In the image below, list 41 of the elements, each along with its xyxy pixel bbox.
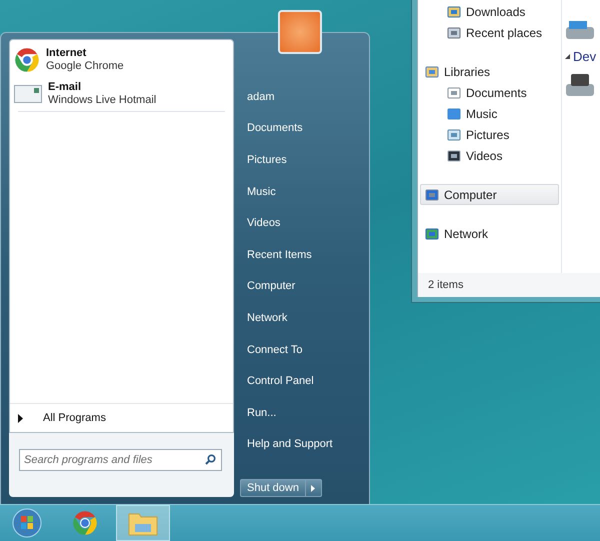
caret-icon [311,484,316,492]
nav-item[interactable]: Pictures [420,124,559,145]
nav-item[interactable]: Downloads [420,1,559,22]
user-picture [278,10,322,54]
nav-item[interactable]: Music [420,103,559,124]
shut-down-button[interactable]: Shut down [240,479,306,498]
chrome-icon [72,510,98,536]
nav-item[interactable]: Computer [420,184,559,205]
menu-link[interactable]: Recent Items [240,238,369,271]
triangle-icon [565,54,570,59]
menu-link[interactable]: Computer [240,270,369,302]
menu-link[interactable]: Videos [240,207,369,239]
pinned-program[interactable]: Internet Google Chrome [10,40,233,74]
search-field[interactable]: Search programs and files [19,449,222,471]
group-heading[interactable]: Dev [565,49,600,64]
nav-item[interactable]: Videos [420,145,559,166]
shutdown-options-button[interactable] [306,479,322,498]
menu-link[interactable]: Connect To [240,334,369,366]
menu-link[interactable]: Control Panel [240,365,369,397]
start-orb-icon [12,508,42,538]
folder-icon [425,64,439,78]
menu-link[interactable]: Help and Support [240,428,369,460]
menu-link[interactable]: Documents [240,112,369,144]
caret-icon [18,414,23,422]
menu-link[interactable]: adam [240,81,369,113]
nav-item[interactable]: Documents [420,82,559,103]
pinned-program[interactable]: E-mail Windows Live Hotmail [10,74,233,108]
chrome-icon [14,46,40,72]
drive-icon [565,72,595,98]
menu-link[interactable]: Music [240,176,369,208]
menu-link[interactable]: Run... [240,396,369,429]
nav-item[interactable]: Libraries [420,61,559,82]
menu-link[interactable]: Pictures [240,144,369,176]
drive-icon [565,19,595,41]
status-text: 2 items [428,279,464,291]
nav-item[interactable]: Network [420,223,559,244]
nav-item[interactable]: Recent places [420,22,559,43]
taskbar-button[interactable] [116,505,170,541]
menu-link[interactable]: Network [240,302,369,334]
search-icon [205,454,216,465]
mail-icon [14,82,42,104]
